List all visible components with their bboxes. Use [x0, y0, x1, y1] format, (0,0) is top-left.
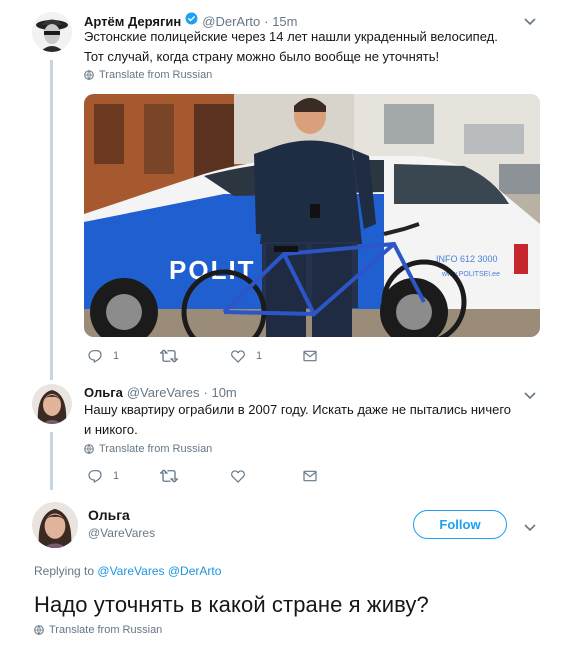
- translate-label: Translate from Russian: [99, 443, 213, 455]
- retweet-icon: [160, 349, 178, 363]
- author-handle[interactable]: @VareVares: [88, 526, 155, 540]
- translate-label: Translate from Russian: [99, 69, 213, 81]
- dm-icon: [303, 470, 317, 482]
- like-icon: [231, 350, 245, 363]
- like-icon: [231, 470, 245, 483]
- reply-icon: [88, 470, 102, 484]
- replying-prefix: Replying to: [34, 564, 95, 578]
- reply-count: 1: [113, 470, 120, 482]
- thread-line: [50, 432, 53, 490]
- author-handle[interactable]: @VareVares: [127, 385, 200, 400]
- avatar[interactable]: [32, 384, 72, 424]
- reply-count: 1: [113, 350, 120, 362]
- translate-label: Translate from Russian: [49, 624, 163, 636]
- tweet-text: и никого.: [84, 422, 138, 437]
- author-name[interactable]: Ольга: [84, 385, 123, 400]
- reply-action[interactable]: 1: [87, 468, 119, 484]
- chevron-down-icon[interactable]: [523, 520, 537, 538]
- dm-icon: [303, 350, 317, 362]
- car-text-info: INFO 612 3000: [436, 254, 498, 264]
- tweet-text: Тот случай, когда страну можно было вооб…: [84, 49, 440, 64]
- main-tweet-text: Надо уточнять в какой стране я живу?: [34, 592, 429, 617]
- like-action[interactable]: [230, 468, 246, 484]
- avatar[interactable]: [32, 12, 72, 52]
- replying-to: Replying to @VareVares @DerArto: [34, 564, 221, 578]
- retweet-icon: [160, 469, 178, 483]
- thread-line: [50, 60, 53, 380]
- globe-icon: [84, 70, 94, 80]
- like-count: 1: [256, 350, 263, 362]
- translate-link[interactable]: Translate from Russian: [84, 69, 212, 81]
- globe-icon: [34, 625, 44, 635]
- follow-button[interactable]: Follow: [413, 510, 507, 539]
- translate-link[interactable]: Translate from Russian: [34, 624, 162, 636]
- reply-action[interactable]: 1: [87, 348, 119, 364]
- author-name[interactable]: Ольга: [88, 507, 155, 523]
- globe-icon: [84, 444, 94, 454]
- reply-icon: [88, 350, 102, 364]
- like-action[interactable]: 1: [230, 348, 262, 364]
- timestamp[interactable]: · 10m: [204, 385, 237, 400]
- dm-action[interactable]: [302, 468, 318, 484]
- tweet-photo[interactable]: POLIT INFO 612 3000 www.POLITSEI.ee: [84, 94, 540, 337]
- car-text-polit: POLIT: [169, 255, 256, 285]
- avatar[interactable]: [32, 502, 78, 548]
- replying-to-link[interactable]: @VareVares: [97, 564, 164, 578]
- dm-action[interactable]: [302, 348, 318, 364]
- replying-to-link[interactable]: @DerArto: [168, 564, 222, 578]
- retweet-action[interactable]: [160, 468, 178, 484]
- translate-link[interactable]: Translate from Russian: [84, 443, 212, 455]
- tweet-text: Нашу квартиру ограбили в 2007 году. Иска…: [84, 402, 512, 417]
- retweet-action[interactable]: [160, 348, 178, 364]
- tweet-text: Эстонские полицейские через 14 лет нашли…: [84, 29, 498, 44]
